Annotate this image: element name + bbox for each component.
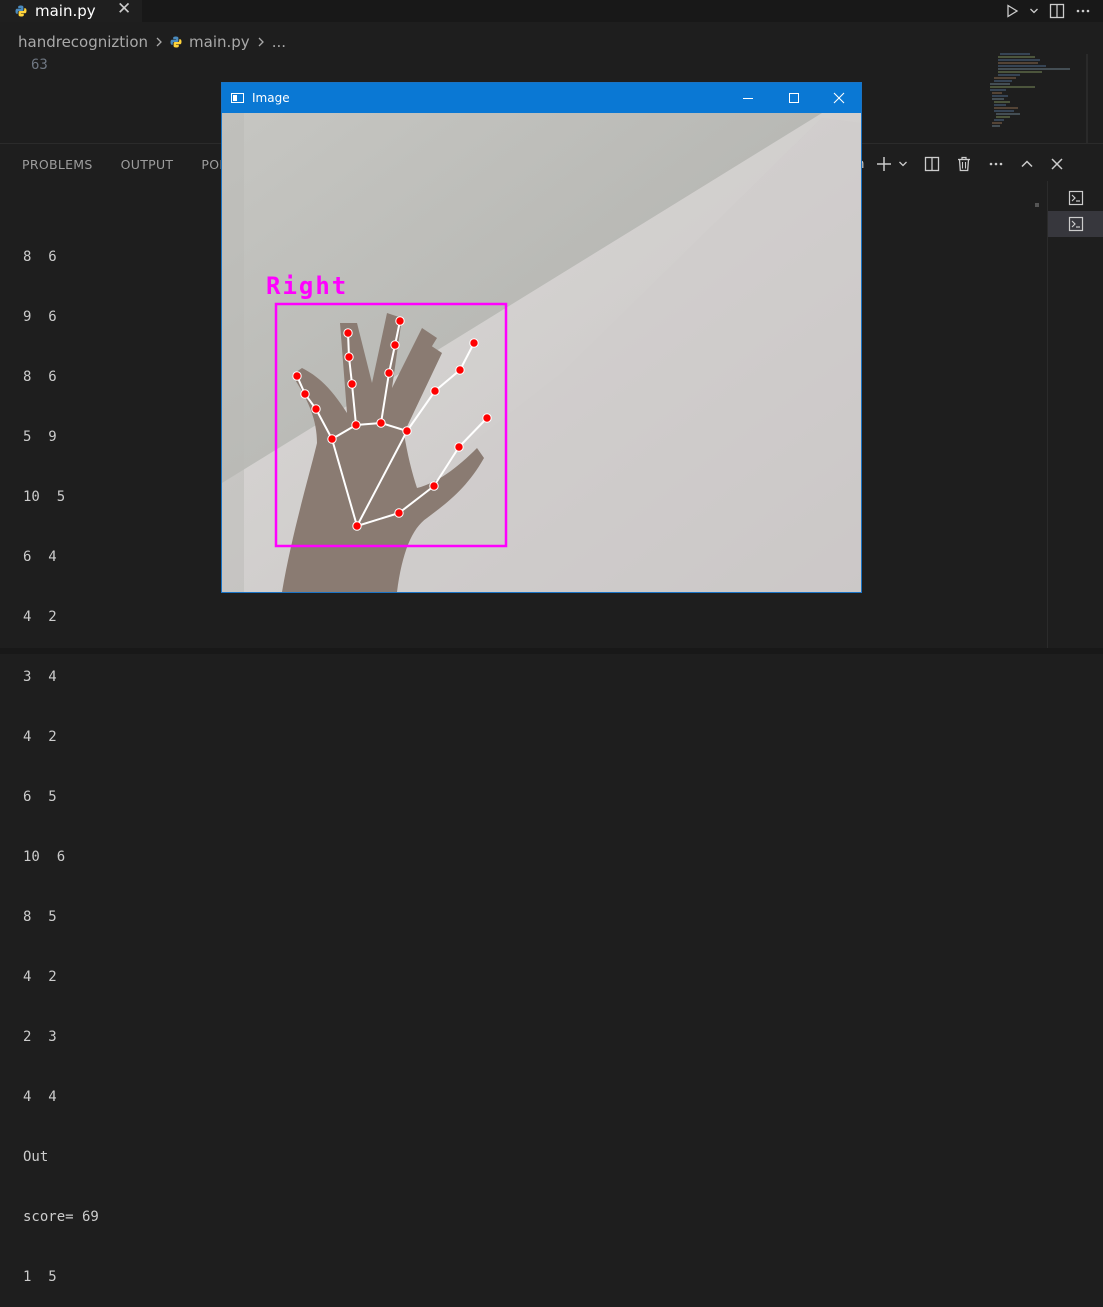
- hand-landmark-point: [455, 365, 465, 375]
- terminal-line: 6 5: [23, 789, 57, 805]
- terminal-output[interactable]: 8 6 9 6 8 6 5 9 10 5 6 4 4 2 3 4 4 2 6 5…: [23, 207, 99, 1307]
- image-window-title: Image: [252, 91, 290, 105]
- breadcrumb-file[interactable]: main.py: [189, 33, 250, 51]
- landmark-connection: [380, 372, 390, 424]
- maximize-panel-icon[interactable]: [1020, 157, 1034, 171]
- tab-label: main.py: [35, 2, 96, 20]
- landmark-connection: [315, 408, 333, 440]
- hand-landmark-point: [395, 316, 405, 326]
- hand-landmark-point: [390, 340, 400, 350]
- terminal-line: 5 9: [23, 429, 57, 445]
- terminal-line: 4 4: [23, 1089, 57, 1105]
- chevron-down-icon[interactable]: [1029, 6, 1039, 16]
- landmark-connection: [331, 438, 358, 527]
- hand-landmark-point: [351, 420, 361, 430]
- hand-landmark-point: [344, 352, 354, 362]
- hand-landmark-point: [327, 434, 337, 444]
- hand-landmark-point: [300, 389, 310, 399]
- terminal-scrollbar[interactable]: [1035, 203, 1039, 207]
- terminal-line: 8 6: [23, 249, 57, 265]
- python-file-icon: [15, 5, 27, 17]
- terminal-line: 3 4: [23, 669, 57, 685]
- breadcrumb-folder[interactable]: handrecogniztion: [18, 33, 148, 51]
- close-icon: [833, 92, 845, 104]
- run-icon[interactable]: [1005, 4, 1019, 18]
- hand-landmark-point: [376, 418, 386, 428]
- terminal-line: 6 4: [23, 549, 57, 565]
- tab-main-py[interactable]: main.py ✕: [0, 0, 142, 22]
- trash-icon[interactable]: [956, 156, 972, 172]
- hand-landmark-point: [384, 368, 394, 378]
- maximize-button[interactable]: [771, 83, 817, 113]
- landmark-connection: [434, 369, 461, 392]
- close-panel-icon[interactable]: [1050, 157, 1064, 171]
- panel-actions: hon: [840, 150, 1064, 178]
- line-number: 63: [31, 57, 48, 73]
- panel-tabs: PROBLEMS OUTPUT PORT: [22, 157, 235, 172]
- hand-landmark-point: [347, 379, 357, 389]
- hand-landmark-point: [311, 404, 321, 414]
- window-icon: [231, 93, 244, 103]
- hand-landmark-point: [394, 508, 404, 518]
- terminal-line: 10 5: [23, 489, 66, 505]
- terminal-list-item[interactable]: [1048, 185, 1103, 211]
- split-editor-icon[interactable]: [1049, 3, 1065, 19]
- split-terminal-icon[interactable]: [924, 156, 940, 172]
- status-bar: [0, 648, 1103, 654]
- terminal-line: score= 69: [23, 1209, 99, 1225]
- chevron-right-icon: [156, 37, 162, 47]
- minimap-scrollbar[interactable]: [1086, 54, 1088, 144]
- terminal-icon: [1068, 190, 1083, 206]
- terminal-line: 9 6: [23, 309, 57, 325]
- close-tab-icon[interactable]: ✕: [117, 0, 131, 19]
- hand-landmark-point: [469, 338, 479, 348]
- terminal-line: 2 3: [23, 1029, 57, 1045]
- breadcrumb: handrecogniztion main.py ...: [18, 33, 286, 51]
- landmark-connection: [433, 446, 460, 487]
- hand-landmark-point: [454, 442, 464, 452]
- editor-tab-bar: main.py ✕: [0, 0, 1103, 22]
- landmark-connection: [458, 417, 488, 448]
- hand-landmark-point: [429, 481, 439, 491]
- terminal-line: 4 2: [23, 609, 57, 625]
- more-actions-icon[interactable]: [1075, 3, 1091, 19]
- hand-landmark-point: [352, 521, 362, 531]
- minimize-icon: [743, 98, 753, 99]
- hand-landmarks-overlay: Right: [266, 272, 508, 548]
- landmark-connection: [398, 485, 435, 514]
- minimize-button[interactable]: [725, 83, 771, 113]
- minimap[interactable]: [980, 50, 1080, 140]
- image-window[interactable]: Image Right: [221, 82, 862, 593]
- terminal-line: 8 6: [23, 369, 57, 385]
- landmark-connection: [351, 383, 357, 426]
- terminal-line: 4 2: [23, 969, 57, 985]
- hand-landmark-point: [482, 413, 492, 423]
- add-terminal-icon[interactable]: [876, 156, 892, 172]
- chevron-right-icon: [258, 37, 264, 47]
- hand-landmark-point: [343, 328, 353, 338]
- terminal-line: Out: [23, 1149, 49, 1165]
- terminal-line: 10 6: [23, 849, 66, 865]
- chevron-down-icon[interactable]: [898, 159, 908, 169]
- landmark-connection: [406, 390, 436, 432]
- hand-landmark-point: [402, 426, 412, 436]
- handedness-label: Right: [266, 272, 348, 300]
- image-window-titlebar[interactable]: Image: [222, 83, 861, 113]
- close-button[interactable]: [816, 83, 862, 113]
- terminal-list-item[interactable]: [1048, 211, 1103, 237]
- terminal-line: 4 2: [23, 729, 57, 745]
- tab-output[interactable]: OUTPUT: [121, 157, 174, 172]
- editor-actions: [1005, 0, 1091, 22]
- hand-landmark-point: [430, 386, 440, 396]
- hand-landmark-point: [292, 371, 302, 381]
- terminal-line: 8 5: [23, 909, 57, 925]
- breadcrumb-more[interactable]: ...: [272, 33, 286, 51]
- maximize-icon: [789, 93, 799, 103]
- python-file-icon: [170, 36, 182, 48]
- tab-problems[interactable]: PROBLEMS: [22, 157, 93, 172]
- terminal-list: [1047, 181, 1103, 654]
- more-actions-icon[interactable]: [988, 156, 1004, 172]
- terminal-line: 1 5: [23, 1269, 57, 1285]
- terminal-icon: [1068, 216, 1083, 232]
